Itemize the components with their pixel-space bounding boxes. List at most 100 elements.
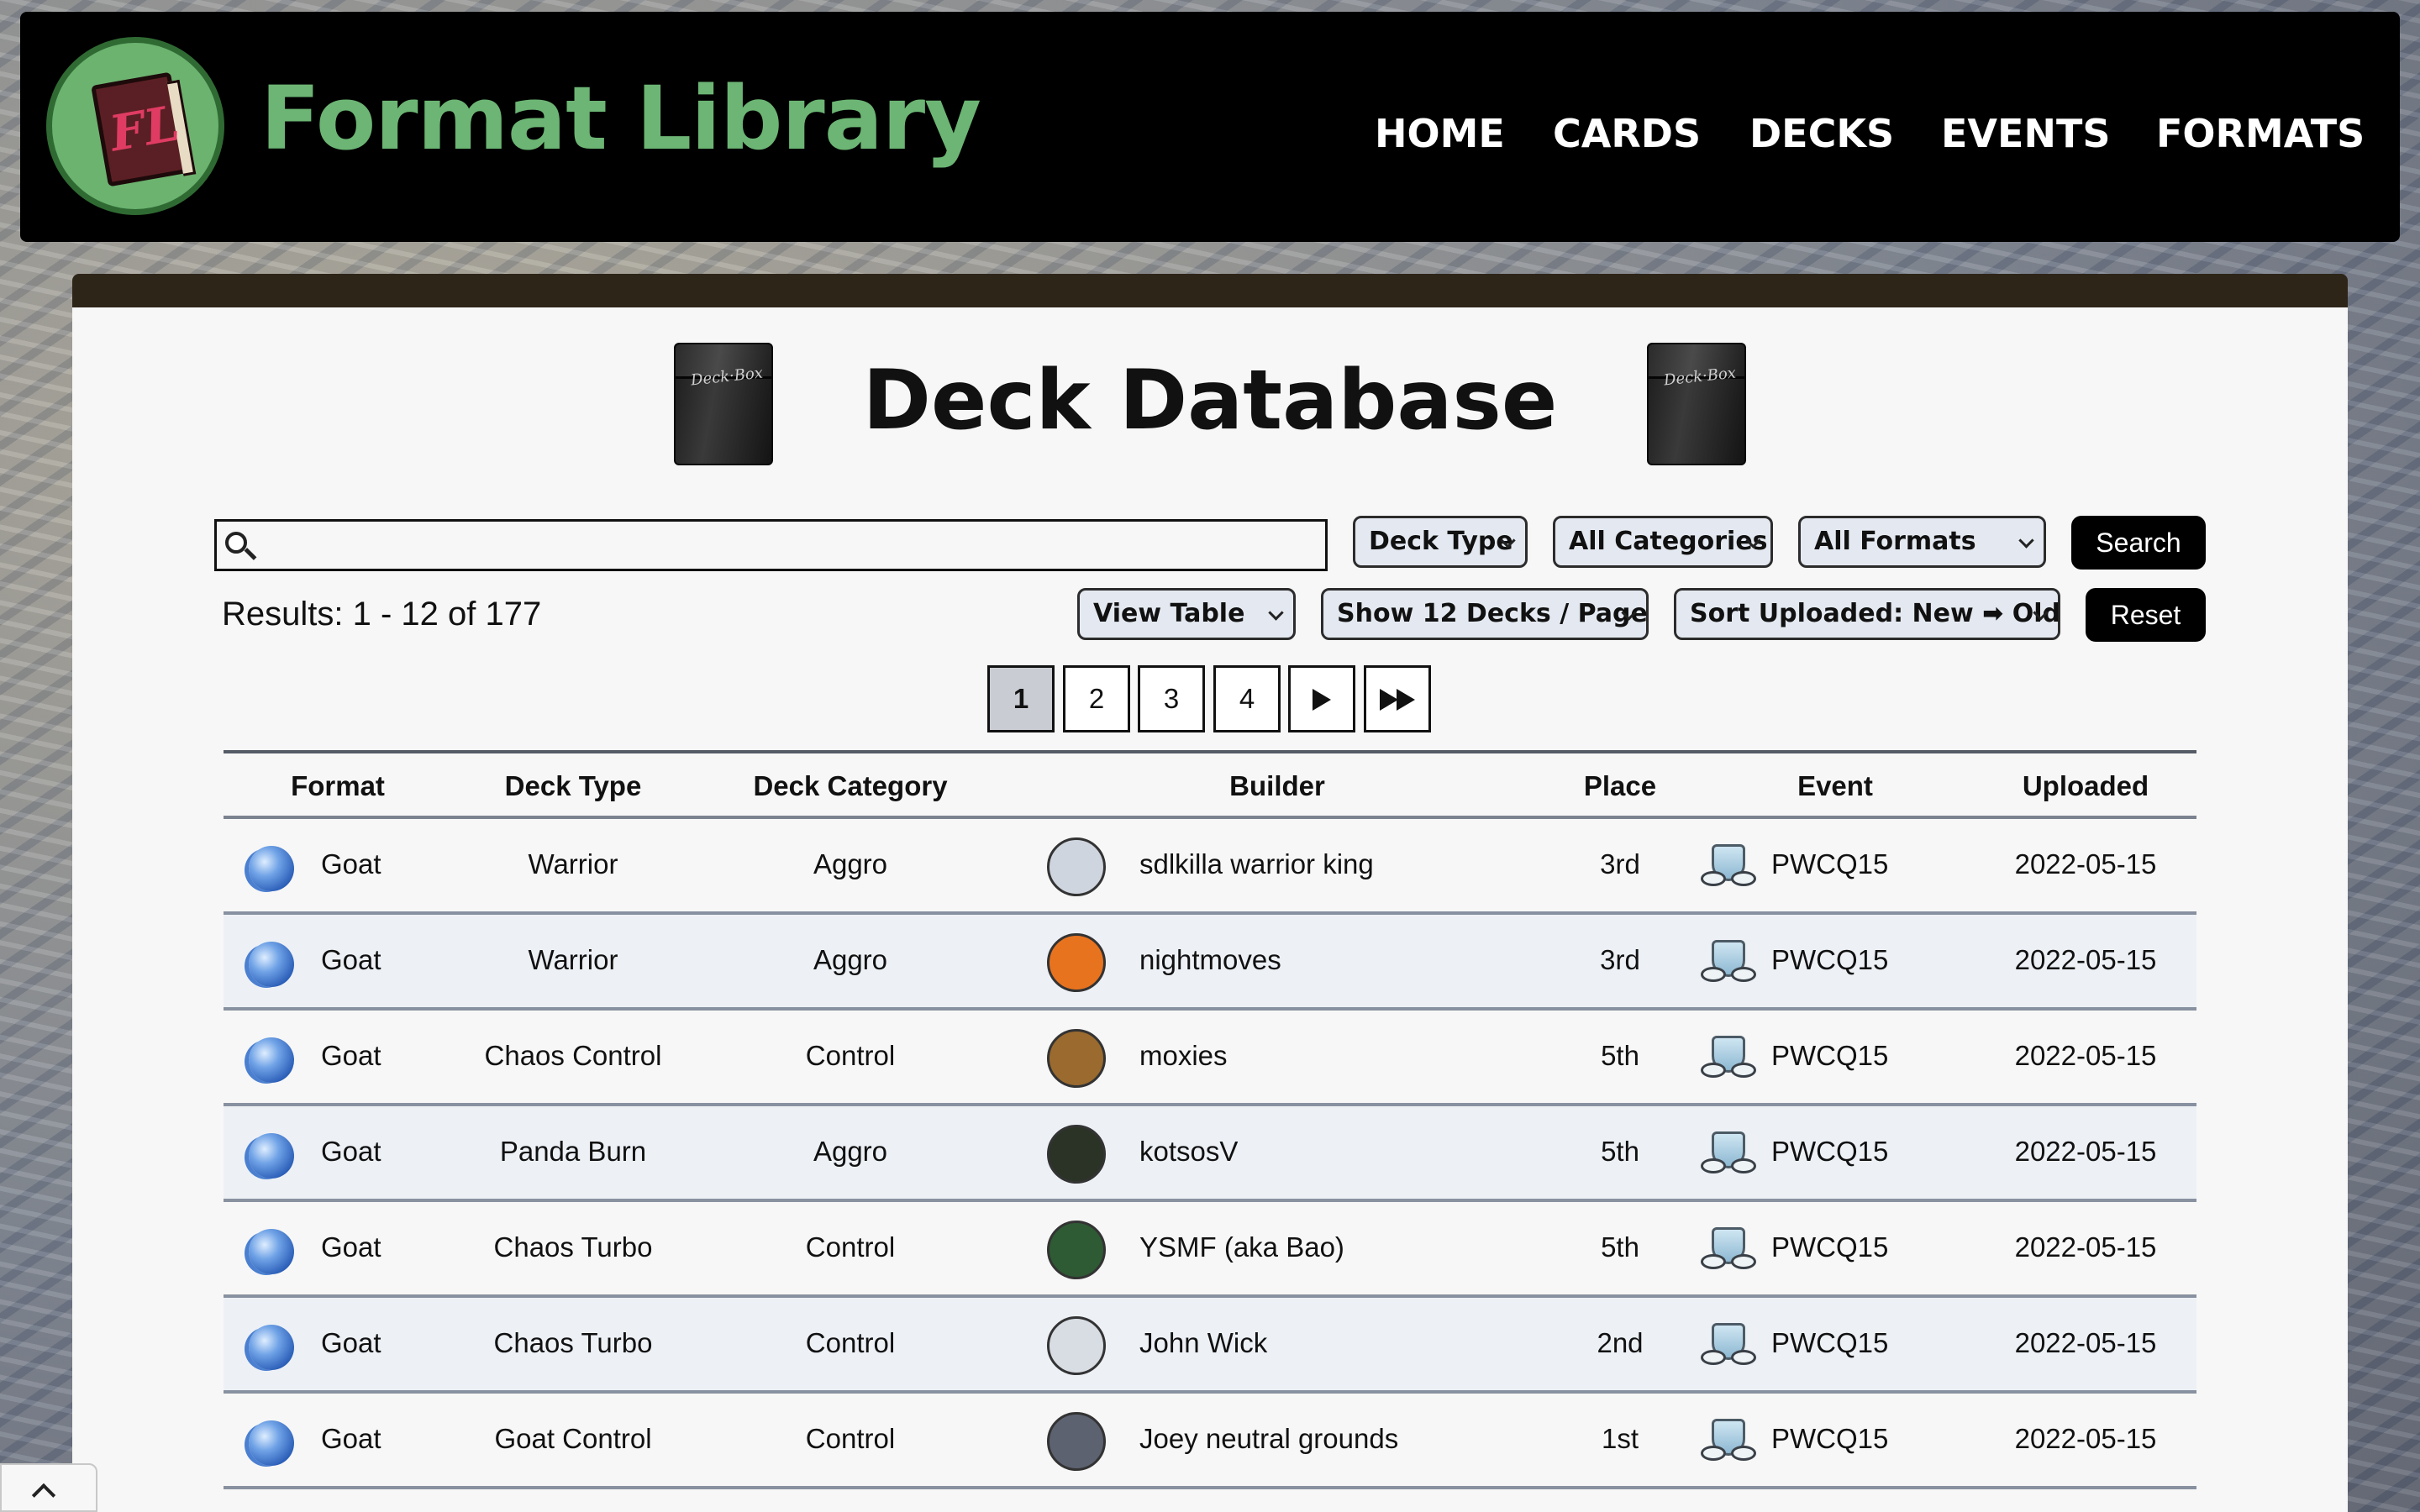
- cell-builder[interactable]: Joey neutral grounds: [1139, 1423, 1398, 1454]
- col-uploaded[interactable]: Uploaded: [2023, 770, 2149, 802]
- cell-deck-type[interactable]: Warrior: [529, 848, 618, 879]
- table-header: Format Deck Type Deck Category Builder P…: [224, 750, 2196, 819]
- avatar: [1047, 1029, 1106, 1088]
- cell-uploaded: 2022-05-15: [2014, 1423, 2157, 1454]
- collapse-tab[interactable]: [0, 1463, 97, 1512]
- page-3-button[interactable]: 3: [1138, 665, 1205, 732]
- cell-deck-type[interactable]: Chaos Turbo: [494, 1327, 653, 1358]
- event-icon: [1701, 1224, 1756, 1276]
- logo-text: FL: [105, 94, 184, 163]
- cell-event[interactable]: PWCQ15: [1771, 1231, 1888, 1263]
- decks-table: Format Deck Type Deck Category Builder P…: [224, 750, 2196, 1489]
- categories-select[interactable]: All Categories: [1553, 516, 1773, 568]
- cell-category: Aggro: [813, 944, 888, 975]
- cell-builder[interactable]: YSMF (aka Bao): [1139, 1231, 1344, 1263]
- per-page-select[interactable]: Show 12 Decks / Page: [1321, 588, 1649, 640]
- search-icon: [225, 532, 247, 554]
- col-deck-type[interactable]: Deck Type: [505, 770, 642, 802]
- cell-category: Aggro: [813, 848, 888, 879]
- cell-deck-type[interactable]: Warrior: [529, 944, 618, 975]
- cell-uploaded: 2022-05-15: [2014, 848, 2157, 879]
- avatar: [1047, 1412, 1106, 1471]
- table-row[interactable]: Goat Warrior Aggro sdlkilla warrior king 3rd…: [224, 819, 2196, 915]
- reset-button[interactable]: Reset: [2086, 588, 2206, 642]
- nav-events[interactable]: EVENTS: [1941, 114, 2110, 153]
- last-page-button[interactable]: [1364, 665, 1431, 732]
- table-row[interactable]: Goat Chaos Turbo Control John Wick 2nd PWCQ15…: [224, 1298, 2196, 1394]
- avatar: [1047, 837, 1106, 896]
- cell-event[interactable]: PWCQ15: [1771, 944, 1888, 975]
- deck-type-select[interactable]: Deck Type: [1353, 516, 1528, 568]
- cell-event[interactable]: PWCQ15: [1771, 1040, 1888, 1071]
- cell-event[interactable]: PWCQ15: [1771, 1423, 1888, 1454]
- col-place[interactable]: Place: [1584, 770, 1656, 802]
- event-icon: [1701, 841, 1756, 893]
- table-row[interactable]: Goat Goat Control Control Joey neutral grou…: [224, 1394, 2196, 1489]
- nav-decks[interactable]: DECKS: [1749, 114, 1894, 153]
- cell-deck-type[interactable]: Chaos Control: [485, 1040, 662, 1071]
- nav-formats[interactable]: FORMATS: [2156, 114, 2365, 153]
- avatar: [1047, 1316, 1106, 1375]
- cell-uploaded: 2022-05-15: [2014, 944, 2157, 975]
- cell-deck-type[interactable]: Goat Control: [494, 1423, 651, 1454]
- view-select[interactable]: View Table: [1077, 588, 1296, 640]
- globe-icon: [249, 1229, 294, 1274]
- cell-format[interactable]: Goat: [321, 848, 381, 879]
- cell-format[interactable]: Goat: [321, 944, 381, 975]
- event-icon: [1701, 1032, 1756, 1084]
- cell-builder[interactable]: kotsosV: [1139, 1136, 1238, 1167]
- cell-builder[interactable]: moxies: [1139, 1040, 1228, 1071]
- col-format[interactable]: Format: [291, 770, 385, 802]
- cell-builder[interactable]: sdlkilla warrior king: [1139, 848, 1374, 879]
- formats-select[interactable]: All Formats: [1798, 516, 2046, 568]
- cell-format[interactable]: Goat: [321, 1136, 381, 1167]
- col-deck-category[interactable]: Deck Category: [753, 770, 947, 802]
- search-input[interactable]: [214, 519, 1328, 571]
- page-1-button[interactable]: 1: [987, 665, 1055, 732]
- cell-format[interactable]: Goat: [321, 1423, 381, 1454]
- panel-top-bar: [72, 274, 2348, 311]
- cell-category: Control: [805, 1040, 896, 1071]
- table-body: Goat Warrior Aggro sdlkilla warrior king 3rd…: [224, 819, 2196, 1489]
- avatar: [1047, 933, 1106, 992]
- page-2-button[interactable]: 2: [1063, 665, 1130, 732]
- cell-event[interactable]: PWCQ15: [1771, 1327, 1888, 1358]
- cell-event[interactable]: PWCQ15: [1771, 1136, 1888, 1167]
- site-logo[interactable]: FL: [46, 37, 224, 215]
- play-icon: [1313, 689, 1331, 711]
- cell-deck-type[interactable]: Panda Burn: [500, 1136, 646, 1167]
- cell-builder[interactable]: John Wick: [1139, 1327, 1267, 1358]
- cell-category: Control: [805, 1327, 896, 1358]
- cell-format[interactable]: Goat: [321, 1327, 381, 1358]
- deck-box-icon: Deck·Box: [674, 343, 773, 465]
- cell-format[interactable]: Goat: [321, 1231, 381, 1263]
- cell-category: Control: [805, 1423, 896, 1454]
- col-builder[interactable]: Builder: [1229, 770, 1325, 802]
- cell-builder[interactable]: nightmoves: [1139, 944, 1281, 975]
- nav-home[interactable]: HOME: [1375, 114, 1505, 153]
- table-row[interactable]: Goat Chaos Control Control moxies 5th PWCQ15 2…: [224, 1011, 2196, 1106]
- table-row[interactable]: Goat Warrior Aggro nightmoves 3rd PWCQ15 2022-…: [224, 915, 2196, 1011]
- site-title[interactable]: Format Library: [260, 75, 981, 162]
- nav-cards[interactable]: CARDS: [1553, 114, 1701, 153]
- event-icon: [1701, 1415, 1756, 1467]
- table-row[interactable]: Goat Chaos Turbo Control YSMF (aka Bao) 5th P…: [224, 1202, 2196, 1298]
- chevron-down-icon: [2018, 533, 2034, 549]
- cell-place: 3rd: [1600, 944, 1640, 975]
- col-event[interactable]: Event: [1797, 770, 1873, 802]
- globe-icon: [249, 846, 294, 891]
- globe-icon: [249, 942, 294, 987]
- cell-deck-type[interactable]: Chaos Turbo: [494, 1231, 653, 1263]
- sort-select[interactable]: Sort Uploaded: New ➡ Old: [1674, 588, 2060, 640]
- table-row[interactable]: Goat Panda Burn Aggro kotsosV 5th PWCQ15 2022-…: [224, 1106, 2196, 1202]
- globe-icon: [249, 1325, 294, 1370]
- cell-place: 2nd: [1597, 1327, 1644, 1358]
- globe-icon: [249, 1133, 294, 1179]
- cell-event[interactable]: PWCQ15: [1771, 848, 1888, 879]
- next-page-button[interactable]: [1288, 665, 1355, 732]
- avatar: [1047, 1125, 1106, 1184]
- page-4-button[interactable]: 4: [1213, 665, 1281, 732]
- cell-format[interactable]: Goat: [321, 1040, 381, 1071]
- search-button[interactable]: Search: [2071, 516, 2206, 570]
- chevron-up-icon: [31, 1483, 56, 1508]
